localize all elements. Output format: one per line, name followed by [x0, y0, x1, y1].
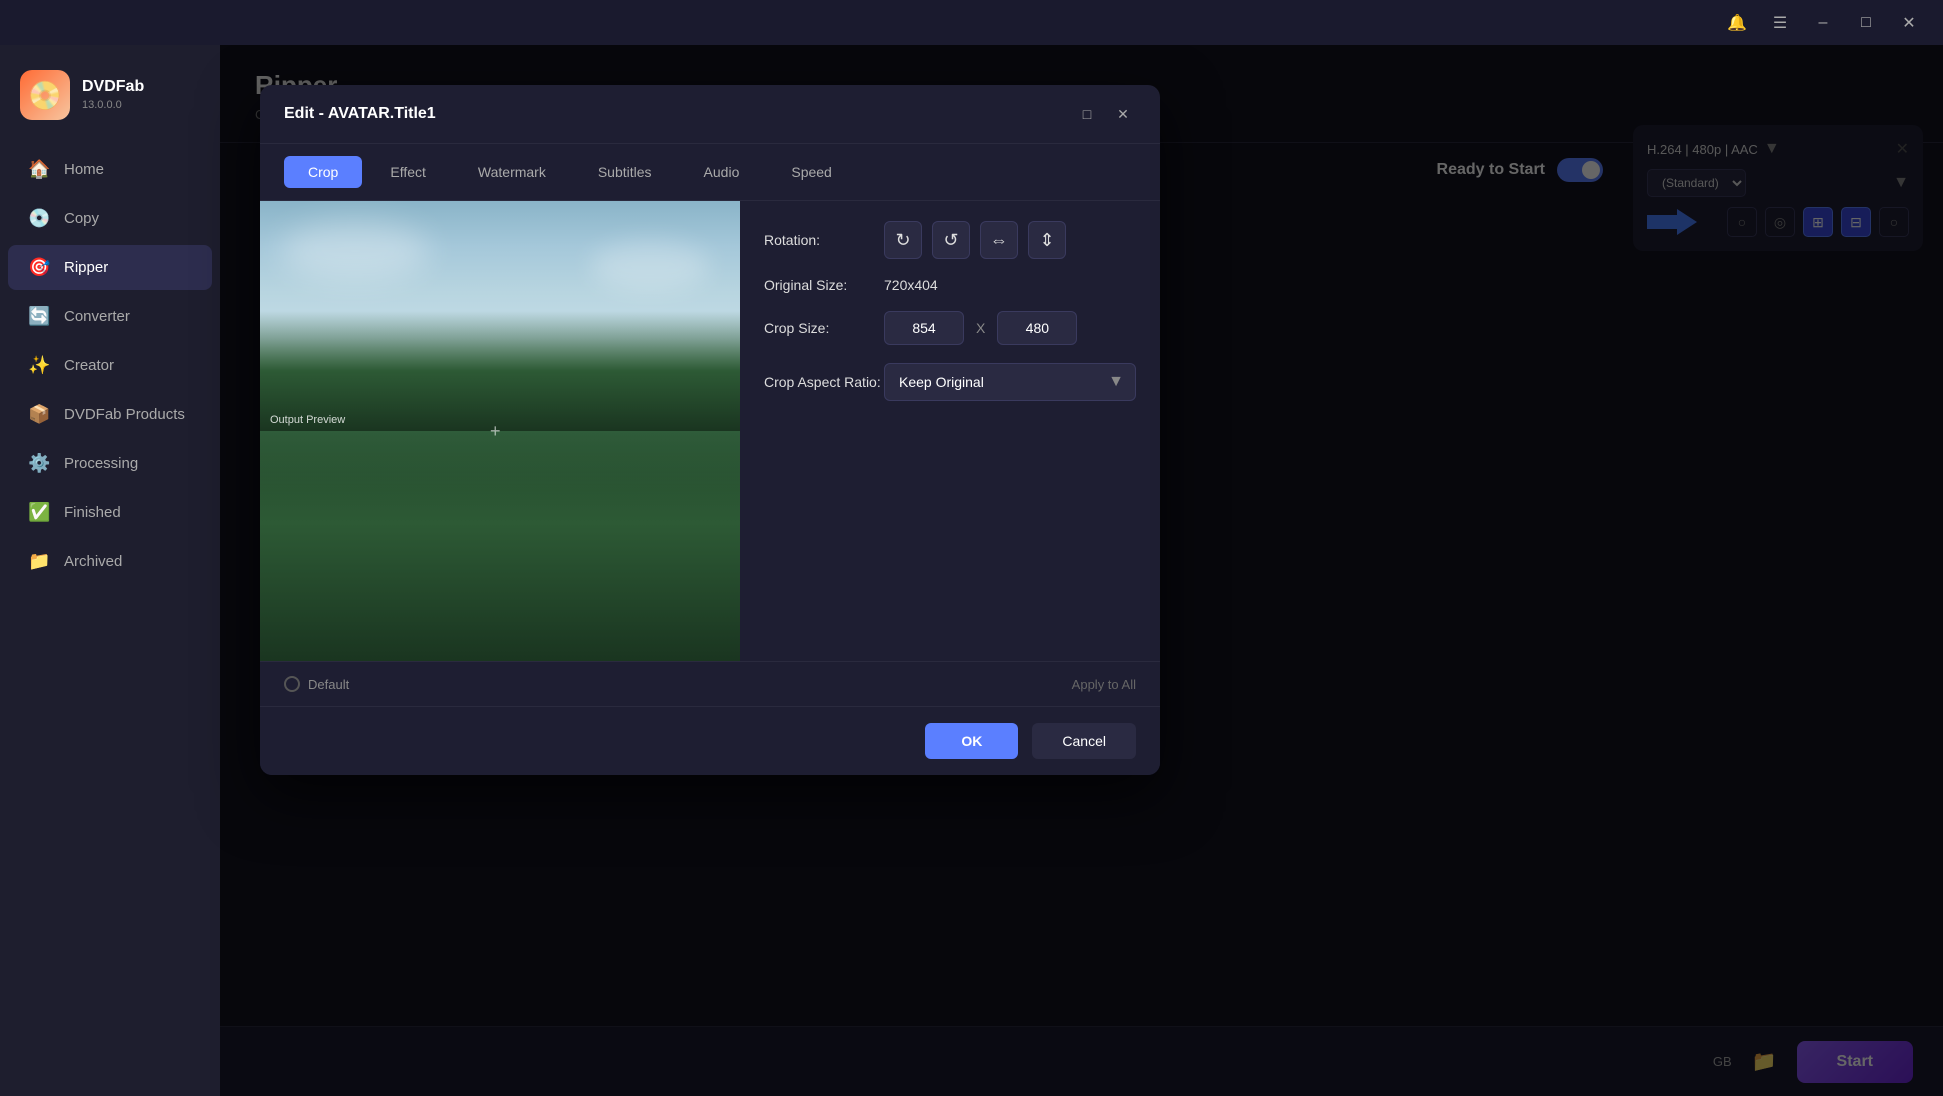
original-size-row: Original Size: 720x404 [764, 277, 1136, 293]
crop-aspect-ratio-select[interactable]: Keep Original 16:9 4:3 1:1 Custom [884, 363, 1136, 401]
flip-horizontal-button[interactable]: ⇔ [980, 221, 1018, 259]
crop-size-row: Crop Size: 854 X 480 [764, 311, 1136, 345]
crop-size-inputs: 854 X 480 [884, 311, 1077, 345]
preview-divider [260, 431, 740, 433]
preview-timestamp: 00:00:39 / 02:41:32 [630, 634, 725, 646]
crosshair-icon: + [490, 421, 510, 441]
dialog-controls: □ ✕ [1074, 101, 1136, 127]
sidebar-item-converter[interactable]: 🔄 Converter [8, 294, 212, 339]
menu-icon[interactable]: ☰ [1766, 9, 1794, 37]
tab-crop[interactable]: Crop [284, 156, 362, 188]
logo-text: DVDFab 13.0.0.0 [82, 77, 144, 112]
converter-icon: 🔄 [28, 306, 50, 327]
ripper-icon: 🎯 [28, 257, 50, 278]
flip-vertical-button[interactable]: ⇕ [1028, 221, 1066, 259]
copy-icon: 💿 [28, 208, 50, 229]
dialog-footer: Default Apply to All [260, 661, 1160, 706]
sidebar-item-finished[interactable]: ✅ Finished [8, 490, 212, 535]
tab-effect[interactable]: Effect [366, 156, 450, 188]
logo-icon [20, 70, 70, 120]
rotation-buttons: ↻ ↺ ⇔ ⇕ [884, 221, 1066, 259]
crop-aspect-ratio-row: Crop Aspect Ratio: Keep Original 16:9 4:… [764, 363, 1136, 401]
sidebar-label-converter: Converter [64, 308, 130, 325]
sidebar-item-processing[interactable]: ⚙️ Processing [8, 441, 212, 486]
sidebar-label-creator: Creator [64, 357, 114, 374]
app-name: DVDFab [82, 77, 144, 98]
tab-speed[interactable]: Speed [767, 156, 855, 188]
modal-overlay: Edit - AVATAR.Title1 □ ✕ Crop Effect Wat… [220, 45, 1943, 1096]
rotate-ccw-button[interactable]: ↺ [932, 221, 970, 259]
dialog-body: + Output Preview 00:00:39 / 02:41:32 Rot… [260, 201, 1160, 661]
minimize-button[interactable]: – [1809, 9, 1837, 37]
processing-icon: ⚙️ [28, 453, 50, 474]
settings-panel: Rotation: ↻ ↺ ⇔ ⇕ Original Size: 720x404… [740, 201, 1160, 661]
output-preview-label: Output Preview [270, 414, 345, 426]
dialog-header: Edit - AVATAR.Title1 □ ✕ [260, 85, 1160, 144]
dialog-title: Edit - AVATAR.Title1 [284, 105, 436, 123]
dialog-tabs: Crop Effect Watermark Subtitles Audio Sp… [260, 144, 1160, 201]
tab-audio[interactable]: Audio [680, 156, 764, 188]
tab-subtitles[interactable]: Subtitles [574, 156, 676, 188]
default-radio[interactable]: Default [284, 676, 349, 692]
sidebar-label-finished: Finished [64, 504, 121, 521]
crop-width-input[interactable]: 854 [884, 311, 964, 345]
cloud-1 [280, 221, 430, 281]
finished-icon: ✅ [28, 502, 50, 523]
apply-to-all-button[interactable]: Apply to All [1072, 677, 1136, 692]
sidebar-item-ripper[interactable]: 🎯 Ripper [8, 245, 212, 290]
sidebar-label-archived: Archived [64, 553, 122, 570]
preview-sky [260, 201, 740, 431]
trees-top [260, 311, 740, 431]
sidebar-label-processing: Processing [64, 455, 138, 472]
creator-icon: ✨ [28, 355, 50, 376]
ok-button[interactable]: OK [925, 723, 1018, 759]
app-logo: DVDFab 13.0.0.0 [0, 55, 220, 145]
sidebar-item-archived[interactable]: 📁 Archived [8, 539, 212, 584]
sidebar-label-ripper: Ripper [64, 259, 108, 276]
spacer [764, 419, 1136, 459]
sidebar-label-home: Home [64, 161, 104, 178]
crop-height-input[interactable]: 480 [997, 311, 1077, 345]
rotate-cw-button[interactable]: ↻ [884, 221, 922, 259]
sidebar-label-dvdfab-products: DVDFab Products [64, 406, 185, 423]
preview-image: + Output Preview 00:00:39 / 02:41:32 [260, 201, 740, 661]
sidebar: DVDFab 13.0.0.0 🏠 Home 💿 Copy 🎯 Ripper 🔄… [0, 45, 220, 1096]
rotation-label: Rotation: [764, 232, 884, 248]
rotation-row: Rotation: ↻ ↺ ⇔ ⇕ [764, 221, 1136, 259]
default-label: Default [308, 677, 349, 692]
crop-x-separator: X [976, 320, 985, 336]
crop-size-label: Crop Size: [764, 320, 884, 336]
preview-forest [260, 431, 740, 661]
maximize-button[interactable]: □ [1852, 9, 1880, 37]
forest-overlay [260, 431, 740, 661]
dialog-maximize-button[interactable]: □ [1074, 101, 1100, 127]
original-size-value: 720x404 [884, 277, 938, 293]
sidebar-item-copy[interactable]: 💿 Copy [8, 196, 212, 241]
app-version: 13.0.0.0 [82, 98, 144, 112]
original-size-label: Original Size: [764, 277, 884, 293]
cancel-button[interactable]: Cancel [1032, 723, 1136, 759]
preview-panel: + Output Preview 00:00:39 / 02:41:32 [260, 201, 740, 661]
sidebar-item-dvdfab-products[interactable]: 📦 DVDFab Products [8, 392, 212, 437]
crop-aspect-ratio-label: Crop Aspect Ratio: [764, 374, 884, 390]
radio-circle-icon [284, 676, 300, 692]
title-bar: 🔔 ☰ – □ ✕ [0, 0, 1943, 45]
cloud-2 [590, 241, 710, 291]
notification-icon[interactable]: 🔔 [1723, 9, 1751, 37]
sidebar-item-creator[interactable]: ✨ Creator [8, 343, 212, 388]
footer-buttons: OK Cancel [260, 706, 1160, 775]
dialog-close-button[interactable]: ✕ [1110, 101, 1136, 127]
sidebar-label-copy: Copy [64, 210, 99, 227]
sidebar-item-home[interactable]: 🏠 Home [8, 147, 212, 192]
home-icon: 🏠 [28, 159, 50, 180]
aspect-ratio-container: Keep Original 16:9 4:3 1:1 Custom ▼ [884, 363, 1136, 401]
edit-dialog: Edit - AVATAR.Title1 □ ✕ Crop Effect Wat… [260, 85, 1160, 775]
close-button[interactable]: ✕ [1895, 9, 1923, 37]
dvdfab-products-icon: 📦 [28, 404, 50, 425]
tab-watermark[interactable]: Watermark [454, 156, 570, 188]
archived-icon: 📁 [28, 551, 50, 572]
